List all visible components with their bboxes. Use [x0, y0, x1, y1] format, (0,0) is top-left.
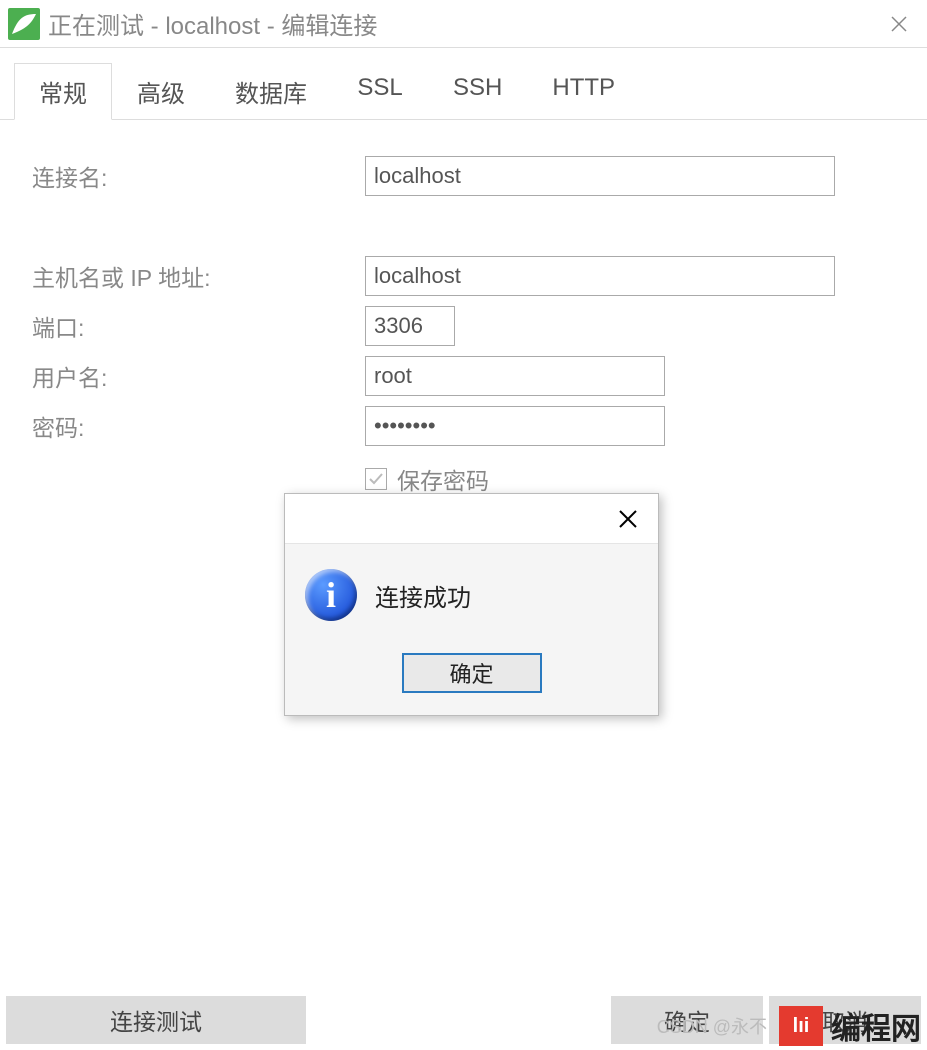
app-icon	[8, 8, 40, 40]
tab-advanced[interactable]: 高级	[112, 63, 210, 120]
edit-connection-window: 正在测试 - localhost - 编辑连接 常规 高级 数据库 SSL SS…	[0, 0, 927, 1050]
input-host[interactable]	[365, 256, 835, 296]
tab-label: SSL	[357, 74, 402, 101]
close-icon	[889, 14, 909, 34]
label-connection-name: 连接名:	[30, 159, 365, 193]
row-host: 主机名或 IP 地址:	[30, 256, 897, 296]
row-user: 用户名:	[30, 356, 897, 396]
label-port: 端口:	[30, 309, 365, 343]
input-user[interactable]	[365, 356, 665, 396]
checkbox-save-password[interactable]	[365, 468, 387, 490]
info-icon: i	[305, 569, 357, 621]
label-save-password: 保存密码	[397, 462, 489, 496]
label-user: 用户名:	[30, 359, 365, 393]
input-connection-name[interactable]	[365, 156, 835, 196]
tab-database[interactable]: 数据库	[210, 63, 332, 120]
tab-http[interactable]: HTTP	[527, 63, 640, 120]
tab-label: HTTP	[552, 74, 615, 101]
row-save-password: 保存密码	[30, 462, 897, 496]
input-password[interactable]	[365, 406, 665, 446]
button-label: 确定	[449, 662, 493, 687]
close-icon	[617, 508, 639, 530]
dialog-ok-button[interactable]: 确定	[402, 653, 542, 693]
window-close-button[interactable]	[879, 4, 919, 44]
watermark: CSDN @永不 lıi 编程网	[657, 1004, 921, 1048]
tab-general[interactable]: 常规	[14, 63, 112, 120]
tab-label: 高级	[137, 81, 185, 108]
test-connection-button[interactable]: 连接测试	[6, 996, 306, 1044]
dialog-message: 连接成功	[375, 578, 471, 613]
dialog-header	[285, 494, 658, 544]
row-port: 端口:	[30, 306, 897, 346]
titlebar: 正在测试 - localhost - 编辑连接	[0, 0, 927, 48]
watermark-text: 编程网	[831, 1004, 921, 1048]
tab-label: SSH	[453, 74, 502, 101]
row-connection-name: 连接名:	[30, 156, 897, 196]
watermark-csdn: CSDN @永不	[657, 1013, 767, 1039]
window-title: 正在测试 - localhost - 编辑连接	[48, 6, 879, 41]
tab-ssh[interactable]: SSH	[428, 63, 527, 120]
tab-ssl[interactable]: SSL	[332, 63, 428, 120]
dialog-close-button[interactable]	[608, 499, 648, 539]
row-password: 密码:	[30, 406, 897, 446]
tab-label: 数据库	[235, 81, 307, 108]
dialog-body: i 连接成功	[285, 544, 658, 641]
label-password: 密码:	[30, 409, 365, 443]
watermark-logo-icon: lıi	[779, 1006, 823, 1046]
input-port[interactable]	[365, 306, 455, 346]
check-icon	[368, 471, 384, 487]
tab-label: 常规	[39, 81, 87, 108]
dialog-footer: 确定	[285, 641, 658, 715]
spacer	[312, 996, 605, 1044]
tabbar: 常规 高级 数据库 SSL SSH HTTP	[0, 63, 927, 120]
button-label: 连接测试	[110, 1003, 202, 1037]
label-host: 主机名或 IP 地址:	[30, 259, 365, 293]
connection-result-dialog: i 连接成功 确定	[284, 493, 659, 716]
